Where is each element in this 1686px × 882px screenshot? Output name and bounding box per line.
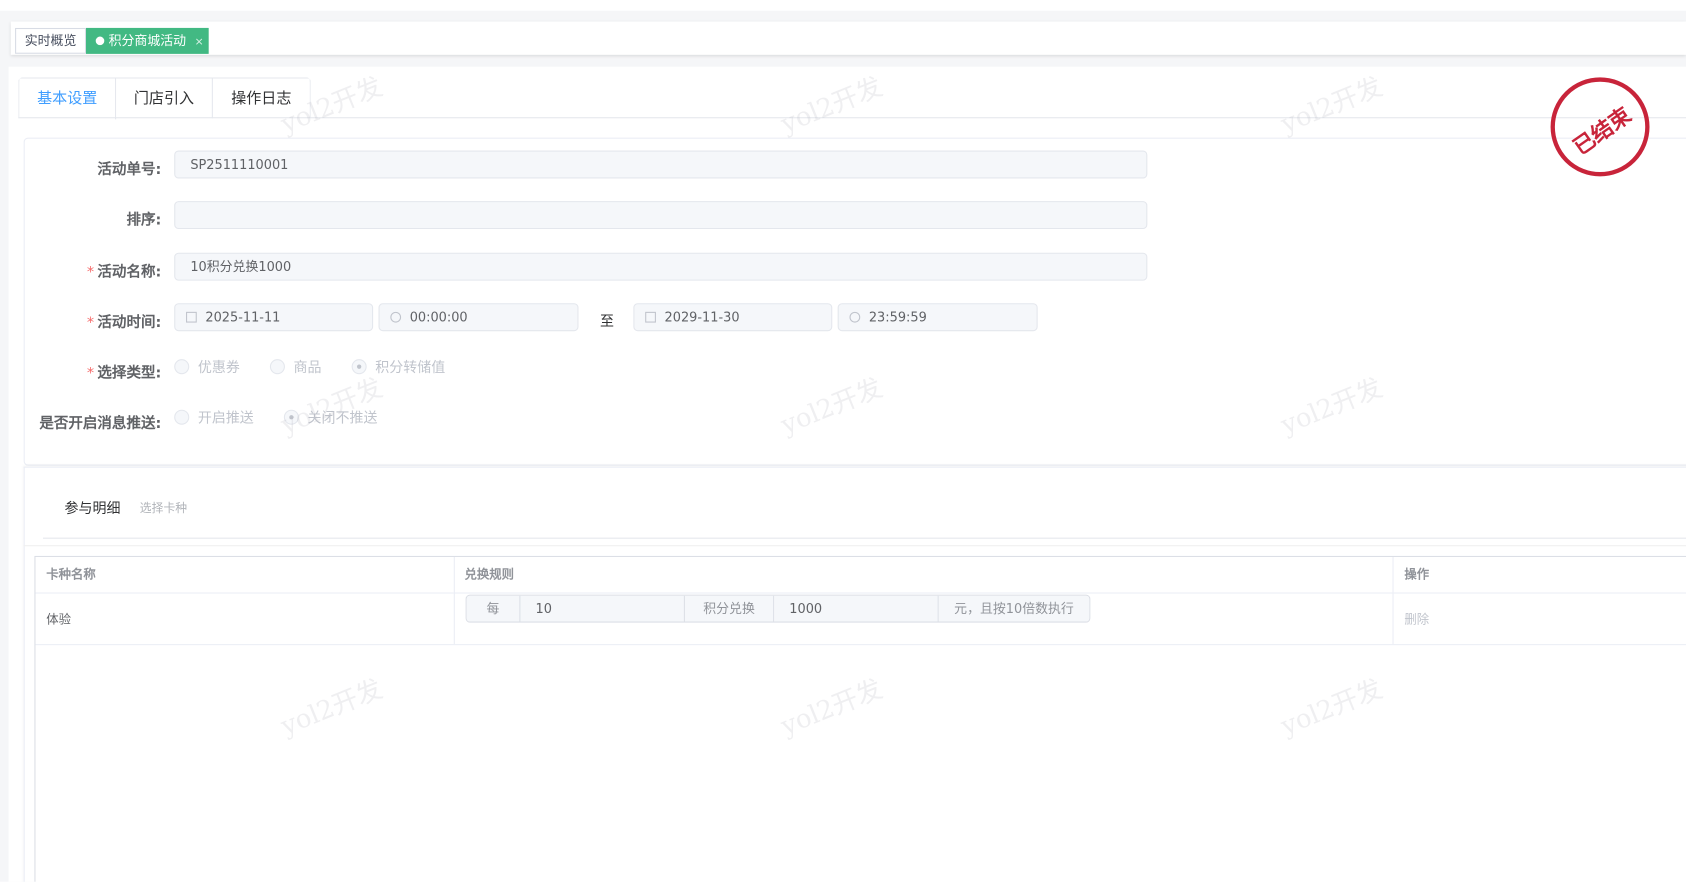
radio-checked-icon [351,359,367,375]
col-divider [1392,557,1394,645]
tag-points-mall-activity[interactable]: 积分商城活动 × [86,27,209,54]
sort-input[interactable] [174,201,1148,230]
amount-input[interactable]: 1000 [774,595,939,622]
clock-icon [849,311,861,323]
points-input[interactable]: 10 [520,595,685,622]
basic-form-panel [23,137,1686,466]
per-addon: 每 [466,595,521,622]
radio-coupon[interactable]: 优惠券 [174,359,240,376]
delete-button[interactable]: 删除 [1393,592,1686,644]
section-divider-2 [23,545,1686,547]
section-divider [43,537,1686,539]
col-header-action: 操作 [1404,566,1430,582]
col-header-rule: 兑换规则 [464,566,514,582]
range-separator: 至 [600,313,615,331]
activity-code-input[interactable]: SP2511110001 [174,150,1148,179]
push-label: 是否开启消息推送: [39,415,162,433]
exchange-addon: 积分兑换 [684,595,775,622]
end-date-input[interactable]: 2029-11-30 [633,303,833,332]
tab-basic-settings[interactable]: 基本设置 [19,78,117,120]
exchange-rule-group: 每 10 积分兑换 1000 元，且按10倍数执行 [465,594,1091,623]
tab-divider [18,117,1686,119]
suffix-addon: 元，且按10倍数执行 [938,595,1090,622]
radio-circle-icon [269,359,285,375]
tags-view-bar: 实时概览 积分商城活动 × [10,21,1686,55]
calendar-icon [186,311,197,323]
calendar-icon [645,311,656,323]
radio-circle-icon [174,409,190,425]
page: 实时概览 积分商城活动 × 基本设置 门店引入 操作日志 活动单号: SP2511… [0,0,1686,882]
radio-push-off[interactable]: 关闭不推送 [283,409,377,427]
activity-name-input[interactable]: 10积分兑换1000 [174,252,1148,281]
tab-store-import[interactable]: 门店引入 [116,78,213,119]
col-header-card-name: 卡种名称 [46,566,96,582]
start-date-input[interactable]: 2025-11-11 [174,303,374,332]
tag-label: 实时概览 [24,33,77,49]
active-dot-icon [95,36,105,46]
tag-label: 积分商城活动 [108,33,187,49]
ended-stamp: 已结束 [1550,77,1650,177]
name-label: * 活动名称: [86,263,162,281]
col-divider [453,557,455,645]
radio-push-on[interactable]: 开启推送 [174,409,254,427]
tab-operation-log[interactable]: 操作日志 [212,78,310,119]
cell-card-name: 体验 [35,592,454,644]
end-time-input[interactable]: 23:59:59 [837,303,1038,332]
top-strip [0,0,1686,11]
time-label: * 活动时间: [86,313,162,332]
radio-goods[interactable]: 商品 [269,359,322,376]
start-time-input[interactable]: 00:00:00 [378,303,579,332]
radio-checked-icon [283,409,299,425]
radio-circle-icon [174,359,190,375]
type-label: * 选择类型: [86,364,162,382]
sort-label: 排序: [126,211,162,230]
clock-icon [390,311,402,323]
row-divider [35,644,1686,646]
close-icon[interactable]: × [195,37,204,49]
radio-points-to-stored-value[interactable]: 积分转储值 [351,359,445,376]
tabs: 基本设置 门店引入 操作日志 [18,77,311,120]
code-label: 活动单号: [97,161,162,179]
select-card-type-link[interactable]: 选择卡种 [140,499,187,516]
tag-realtime-overview[interactable]: 实时概览 [15,27,87,54]
detail-title: 参与明细 [64,501,121,518]
